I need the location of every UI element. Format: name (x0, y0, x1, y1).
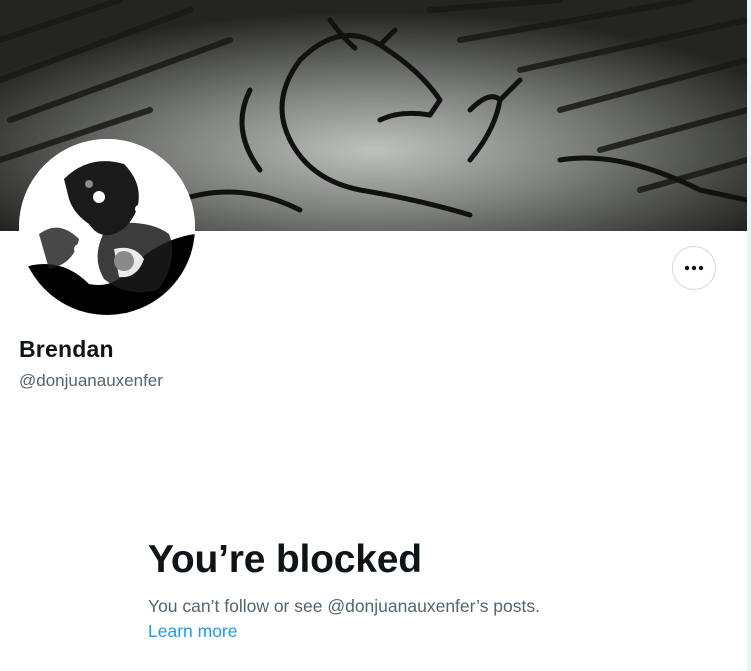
more-options-button[interactable] (672, 246, 716, 290)
more-horizontal-icon (684, 265, 704, 271)
learn-more-link[interactable]: Learn more (148, 621, 238, 642)
avatar-image (19, 139, 195, 315)
display-name: Brendan (19, 336, 114, 362)
column-border (747, 0, 751, 671)
blocked-title: You’re blocked (148, 538, 422, 581)
blocked-message: You can’t follow or see @donjuanauxenfer… (148, 596, 540, 616)
profile-handle: @donjuanauxenfer (19, 371, 163, 390)
profile-avatar[interactable] (19, 139, 195, 315)
